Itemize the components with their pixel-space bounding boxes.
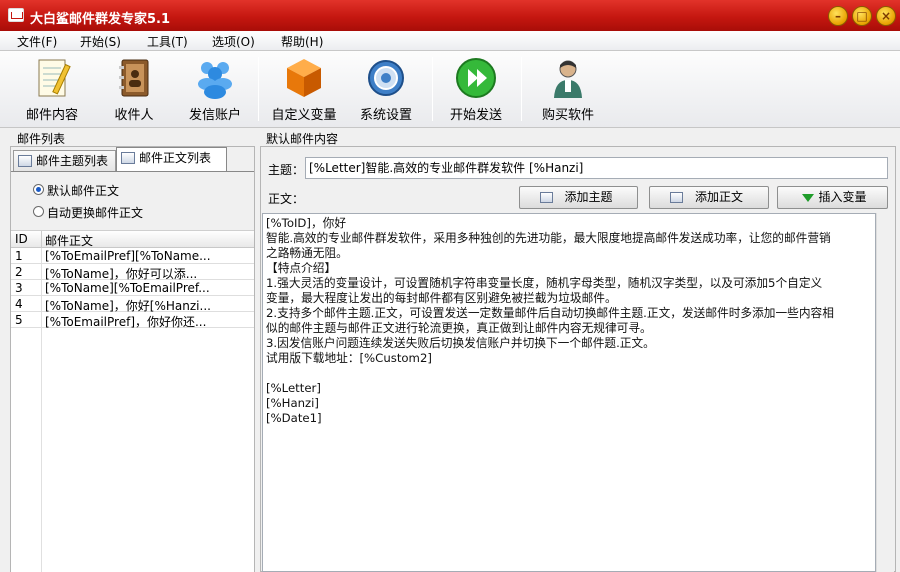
mail-app-icon bbox=[8, 8, 24, 22]
body-list-table: ID 邮件正文 1 [%ToEmailPref][%ToName... 2 [%… bbox=[11, 230, 254, 572]
table-row[interactable]: 5 [%ToEmailPref]，你好你还... bbox=[11, 312, 254, 329]
radio-dot-unchecked bbox=[33, 206, 44, 217]
table-row[interactable]: 1 [%ToEmailPref][%ToName... bbox=[11, 248, 254, 264]
body-textarea[interactable]: [%ToID]，你好 智能.高效的专业邮件群发软件，采用多种独创的先进功能，最大… bbox=[262, 213, 876, 572]
mail-list-panel: 邮件主题列表 邮件正文列表 默认邮件正文 自动更换邮件正文 ID 邮件正文 1 … bbox=[10, 146, 255, 572]
row-id: 3 bbox=[15, 281, 23, 295]
menu-help[interactable]: 帮助(H) bbox=[281, 33, 323, 50]
list-icon bbox=[540, 192, 553, 203]
table-row[interactable]: 4 [%ToName]，你好[%Hanzi... bbox=[11, 296, 254, 313]
maximize-button[interactable]: □ bbox=[852, 6, 872, 26]
tab-body-content: 默认邮件正文 自动更换邮件正文 ID 邮件正文 1 [%ToEmailPref]… bbox=[11, 171, 254, 572]
body-line: 1.强大灵活的变量设计，可设置随机字符串变量长度，随机字母类型，随机汉字类型，以… bbox=[266, 276, 823, 290]
row-id: 2 bbox=[15, 265, 23, 279]
menu-options[interactable]: 选项(O) bbox=[212, 33, 255, 50]
tab-subject-list-label: 邮件主题列表 bbox=[36, 154, 109, 168]
body-label: 正文： bbox=[268, 192, 305, 206]
body-line: 2.支持多个邮件主题.正文，可设置发送一定数量邮件后自动切换邮件主题.正文，发送… bbox=[266, 306, 834, 320]
window-title: 大白鲨邮件群发专家5.1 bbox=[30, 12, 171, 27]
column-header-body[interactable]: 邮件正文 bbox=[45, 232, 93, 249]
add-body-label: 添加正文 bbox=[694, 190, 743, 204]
gear-icon bbox=[368, 60, 404, 96]
mail-list-group-label: 邮件列表 bbox=[17, 132, 66, 146]
row-text: [%ToEmailPref]，你好你还... bbox=[45, 315, 207, 329]
address-book-icon bbox=[119, 59, 149, 97]
menu-start[interactable]: 开始(S) bbox=[80, 33, 121, 50]
start-send-label: 开始发送 bbox=[449, 108, 502, 123]
body-line: 变量，最大程度让发出的每封邮件都有区别避免被拦截为垃圾邮件。 bbox=[266, 291, 617, 305]
title-bar: 大白鲨邮件群发专家5.1 – □ × bbox=[0, 0, 900, 31]
add-subject-label: 添加主题 bbox=[564, 190, 613, 204]
body-line: [%Hanzi] bbox=[266, 396, 319, 410]
custom-variables-button[interactable]: 自定义变量 bbox=[269, 51, 339, 128]
table-row[interactable]: 2 [%ToName]，你好可以添... bbox=[11, 264, 254, 281]
toolbar: 邮件内容 收件人 发信账户 自定义变量 系统设置 开始发送 购买软件 bbox=[0, 51, 900, 128]
custom-variables-label: 自定义变量 bbox=[271, 108, 337, 123]
insert-variable-label: 插入变量 bbox=[818, 190, 867, 204]
system-settings-button[interactable]: 系统设置 bbox=[351, 51, 421, 128]
column-header-id[interactable]: ID bbox=[15, 232, 28, 246]
users-icon bbox=[198, 62, 232, 99]
menu-tools[interactable]: 工具(T) bbox=[147, 33, 188, 50]
row-text: [%ToEmailPref][%ToName... bbox=[45, 249, 211, 263]
mail-content-label: 邮件内容 bbox=[25, 108, 78, 123]
triangle-down-icon bbox=[802, 194, 814, 202]
radio-auto-switch-body-label: 自动更换邮件正文 bbox=[47, 206, 144, 220]
notepad-icon bbox=[38, 59, 71, 97]
system-settings-label: 系统设置 bbox=[359, 108, 412, 123]
tab-body-list-label: 邮件正文列表 bbox=[139, 151, 212, 165]
body-line: 试用版下载地址：[%Custom2] bbox=[266, 351, 432, 365]
buy-software-button[interactable]: 购买软件 bbox=[533, 51, 603, 128]
subject-input[interactable]: [%Letter]智能.高效的专业邮件群发软件 [%Hanzi] bbox=[305, 157, 888, 179]
toolbar-separator bbox=[432, 57, 433, 121]
body-line: 【特点介绍】 bbox=[266, 261, 337, 275]
default-content-group-label: 默认邮件内容 bbox=[266, 132, 339, 146]
table-header: ID 邮件正文 bbox=[11, 231, 254, 248]
body-scrollbar[interactable] bbox=[876, 213, 894, 572]
subject-label: 主题： bbox=[268, 163, 305, 177]
minimize-button[interactable]: – bbox=[828, 6, 848, 26]
radio-default-body-label: 默认邮件正文 bbox=[47, 184, 120, 198]
toolbar-separator bbox=[258, 57, 259, 121]
body-line: [%ToID]，你好 bbox=[266, 216, 347, 230]
buy-software-label: 购买软件 bbox=[541, 108, 594, 123]
body-line: 似的邮件主题与邮件正文进行轮流更换，真正做到让邮件内容无规律可寻。 bbox=[266, 321, 652, 335]
list-icon bbox=[18, 155, 32, 167]
sender-accounts-button[interactable]: 发信账户 bbox=[180, 51, 250, 128]
start-send-button[interactable]: 开始发送 bbox=[441, 51, 511, 128]
sender-accounts-label: 发信账户 bbox=[188, 108, 241, 123]
play-icon bbox=[456, 58, 496, 98]
person-icon bbox=[554, 60, 582, 98]
table-row[interactable]: 3 [%ToName][%ToEmailPref... bbox=[11, 280, 254, 296]
tab-body-list[interactable]: 邮件正文列表 bbox=[116, 147, 227, 172]
body-line: 之路畅通无阻。 bbox=[266, 246, 348, 260]
body-line: [%Letter] bbox=[266, 381, 321, 395]
tab-subject-list[interactable]: 邮件主题列表 bbox=[13, 150, 116, 172]
close-button[interactable]: × bbox=[876, 6, 896, 26]
orange-box-icon bbox=[287, 59, 321, 97]
body-line: 3.因发信账户问题连续发送失败后切换发信账户并切换下一个邮件题.正文。 bbox=[266, 336, 655, 350]
toolbar-separator bbox=[521, 57, 522, 121]
radio-dot-checked bbox=[33, 184, 44, 195]
recipients-label: 收件人 bbox=[114, 108, 154, 123]
row-text: [%ToName][%ToEmailPref... bbox=[45, 281, 210, 295]
row-id: 1 bbox=[15, 249, 23, 263]
menu-bar: 文件(F) 开始(S) 工具(T) 选项(O) 帮助(H) bbox=[0, 31, 900, 51]
row-id: 5 bbox=[15, 313, 23, 327]
menu-file[interactable]: 文件(F) bbox=[17, 33, 57, 50]
mail-content-button[interactable]: 邮件内容 bbox=[17, 51, 87, 128]
list-icon bbox=[121, 152, 135, 164]
body-line: 智能.高效的专业邮件群发软件，采用多种独创的先进功能，最大限度地提高邮件发送成功… bbox=[266, 231, 831, 245]
insert-variable-button[interactable]: 插入变量 bbox=[777, 186, 888, 209]
add-subject-button[interactable]: 添加主题 bbox=[519, 186, 638, 209]
add-body-button[interactable]: 添加正文 bbox=[649, 186, 769, 209]
body-line: [%Date1] bbox=[266, 411, 322, 425]
recipients-button[interactable]: 收件人 bbox=[99, 51, 169, 128]
row-id: 4 bbox=[15, 297, 23, 311]
list-icon bbox=[670, 192, 683, 203]
